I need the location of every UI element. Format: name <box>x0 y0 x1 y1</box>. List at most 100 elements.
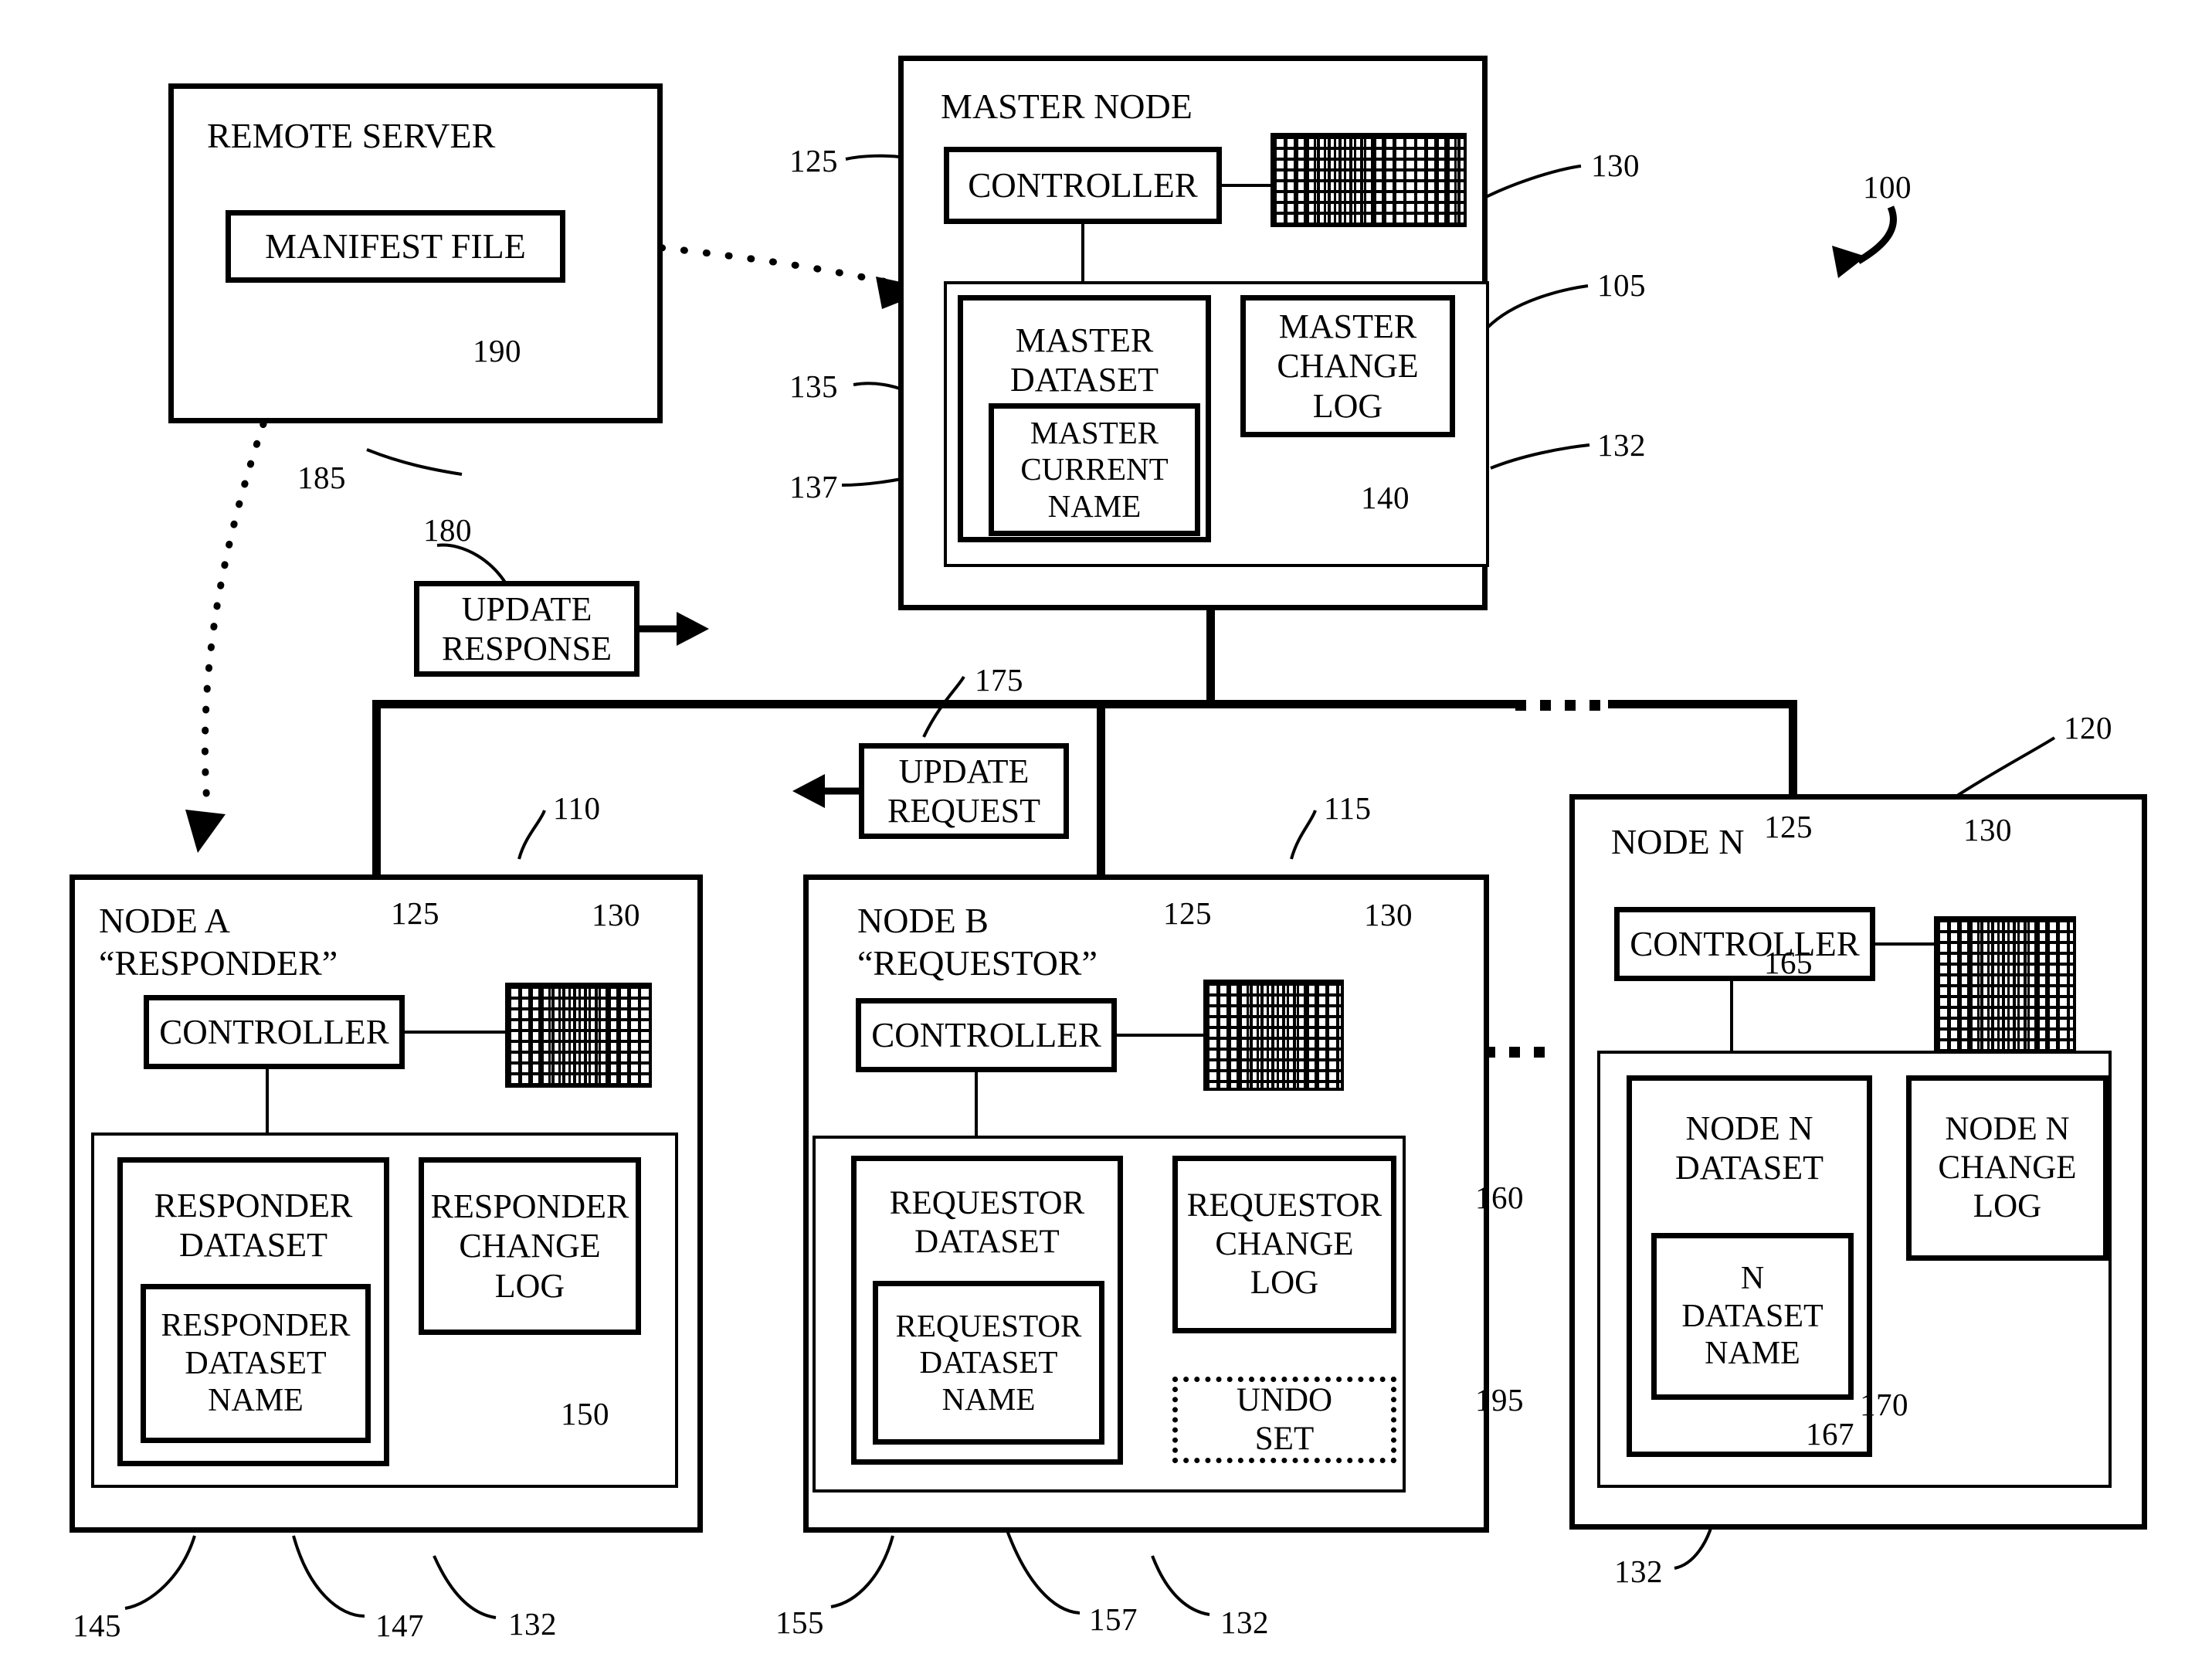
remote-server-title: REMOTE SERVER <box>207 116 496 155</box>
ref-132-node-a: 132 <box>508 1606 557 1642</box>
responder-dataset-name-box: RESPONDER DATASET NAME <box>141 1284 371 1443</box>
node-a-controller-label: CONTROLLER <box>159 1012 389 1051</box>
ref-170: 170 <box>1860 1387 1908 1422</box>
update-response-label: UPDATE RESPONSE <box>441 589 612 667</box>
ref-157: 157 <box>1089 1601 1138 1637</box>
node-b-controller-storage-link <box>975 1071 978 1137</box>
ref-195: 195 <box>1475 1382 1524 1418</box>
master-change-log-label: MASTER CHANGE LOG <box>1277 307 1419 425</box>
ref-150: 150 <box>561 1396 609 1431</box>
ref-155: 155 <box>775 1605 824 1640</box>
master-current-name-box: MASTER CURRENT NAME <box>989 403 1200 536</box>
ref-132-master: 132 <box>1597 427 1646 463</box>
ref-147: 147 <box>375 1608 424 1643</box>
system-ref-arrow <box>1832 205 1897 278</box>
manifest-file-label: MANIFEST FILE <box>265 226 526 267</box>
node-a-title: NODE A “RESPONDER” <box>99 901 338 983</box>
main-bus-right <box>1608 700 1793 708</box>
node-a-controller-box: CONTROLLER <box>144 995 405 1069</box>
leader-110 <box>517 810 546 860</box>
node-n-dataset-name-box: N DATASET NAME <box>1651 1233 1854 1400</box>
ref-175: 175 <box>975 662 1023 698</box>
ref-100-system: 100 <box>1863 169 1912 205</box>
node-b-title: NODE B “REQUESTOR” <box>857 901 1098 983</box>
requestor-dataset-name-label: REQUESTOR DATASET NAME <box>895 1307 1082 1417</box>
master-current-name-label: MASTER CURRENT NAME <box>1020 414 1169 524</box>
ref-130-node-a: 130 <box>592 897 640 932</box>
leader-185 <box>366 448 463 476</box>
leader-147 <box>292 1535 365 1618</box>
master-change-log-box: MASTER CHANGE LOG <box>1240 295 1455 437</box>
node-n-controller-label: CONTROLLER <box>1630 924 1860 963</box>
node-b-memory-icon <box>1203 980 1344 1091</box>
update-request-box: UPDATE REQUEST <box>859 743 1069 839</box>
leader-105 <box>1486 284 1589 329</box>
update-response-arrow <box>640 612 709 646</box>
ref-110: 110 <box>553 790 601 826</box>
ref-105: 105 <box>1597 267 1646 303</box>
ref-190: 190 <box>473 333 521 368</box>
update-request-arrow <box>792 774 859 808</box>
requestor-change-log-label: REQUESTOR CHANGE LOG <box>1186 1187 1382 1301</box>
responder-dataset-label: RESPONDER DATASET <box>154 1187 353 1265</box>
ref-180: 180 <box>423 512 472 548</box>
node-n-controller-box: CONTROLLER <box>1614 907 1875 981</box>
bus-gap-dots <box>1515 700 1608 711</box>
ref-132-node-b: 132 <box>1220 1605 1269 1640</box>
requestor-change-log-box: REQUESTOR CHANGE LOG <box>1172 1156 1396 1333</box>
node-n-dataset-label: NODE N DATASET <box>1674 1109 1824 1187</box>
node-b-controller-label: CONTROLLER <box>871 1015 1101 1054</box>
undo-set-label: UNDO SET <box>1236 1382 1333 1457</box>
node-a-controller-storage-link <box>266 1068 269 1134</box>
node-a-controller-memory-link <box>403 1031 508 1034</box>
responder-change-log-label: RESPONDER CHANGE LOG <box>430 1187 629 1305</box>
node-n-controller-memory-link <box>1874 942 1937 946</box>
master-memory-icon <box>1271 133 1467 227</box>
arrowhead-to-nodea <box>185 810 226 853</box>
master-dataset-label: MASTER DATASET <box>1009 321 1159 399</box>
ref-130-node-n: 130 <box>1963 812 2012 847</box>
update-request-label: UPDATE REQUEST <box>887 752 1040 830</box>
leader-115 <box>1290 810 1317 860</box>
master-controller-memory-link <box>1220 184 1273 187</box>
node-n-title: NODE N <box>1611 822 1745 861</box>
node-b-controller-memory-link <box>1115 1034 1206 1037</box>
leader-120 <box>1956 736 2056 797</box>
bus-drop-node-b <box>1097 700 1105 874</box>
patent-figure: REMOTE SERVER MANIFEST FILE 190 185 MAST… <box>0 0 2212 1664</box>
ref-132-node-n: 132 <box>1614 1554 1663 1589</box>
node-n-controller-storage-link <box>1730 980 1733 1052</box>
ref-125-node-a: 125 <box>391 895 439 931</box>
undo-set-box: UNDO SET <box>1172 1377 1396 1463</box>
master-controller-box: CONTROLLER <box>944 147 1222 224</box>
ref-125-node-b: 125 <box>1163 895 1212 931</box>
ref-120: 120 <box>2064 710 2112 745</box>
leader-157 <box>1003 1521 1081 1615</box>
ref-165: 165 <box>1764 945 1813 980</box>
requestor-dataset-name-box: REQUESTOR DATASET NAME <box>873 1281 1104 1445</box>
ref-115: 115 <box>1324 790 1372 826</box>
node-b-controller-box: CONTROLLER <box>856 998 1117 1072</box>
ref-125-master: 125 <box>789 143 838 178</box>
ref-137: 137 <box>789 469 838 504</box>
ref-160: 160 <box>1475 1180 1524 1215</box>
master-bus-stem <box>1206 607 1215 708</box>
leader-132-master <box>1490 443 1590 470</box>
bus-drop-node-n <box>1789 700 1797 794</box>
ref-135: 135 <box>789 368 838 404</box>
leader-145 <box>124 1535 196 1610</box>
requestor-dataset-label: REQUESTOR DATASET <box>889 1185 1085 1260</box>
node-n-memory-icon <box>1934 916 2076 1057</box>
leader-155 <box>830 1535 894 1608</box>
node-a-memory-icon <box>505 983 652 1088</box>
ref-130-node-b: 130 <box>1364 897 1413 932</box>
leader-132-a <box>433 1555 497 1619</box>
ref-185: 185 <box>297 460 346 495</box>
leader-132-b <box>1151 1555 1210 1616</box>
ref-125-node-n: 125 <box>1764 809 1813 844</box>
manifest-file-box: MANIFEST FILE <box>226 210 565 283</box>
ref-130-master: 130 <box>1591 148 1640 183</box>
node-n-change-log-box: NODE N CHANGE LOG <box>1906 1075 2109 1261</box>
ref-167: 167 <box>1806 1416 1854 1452</box>
ref-140: 140 <box>1361 480 1410 515</box>
